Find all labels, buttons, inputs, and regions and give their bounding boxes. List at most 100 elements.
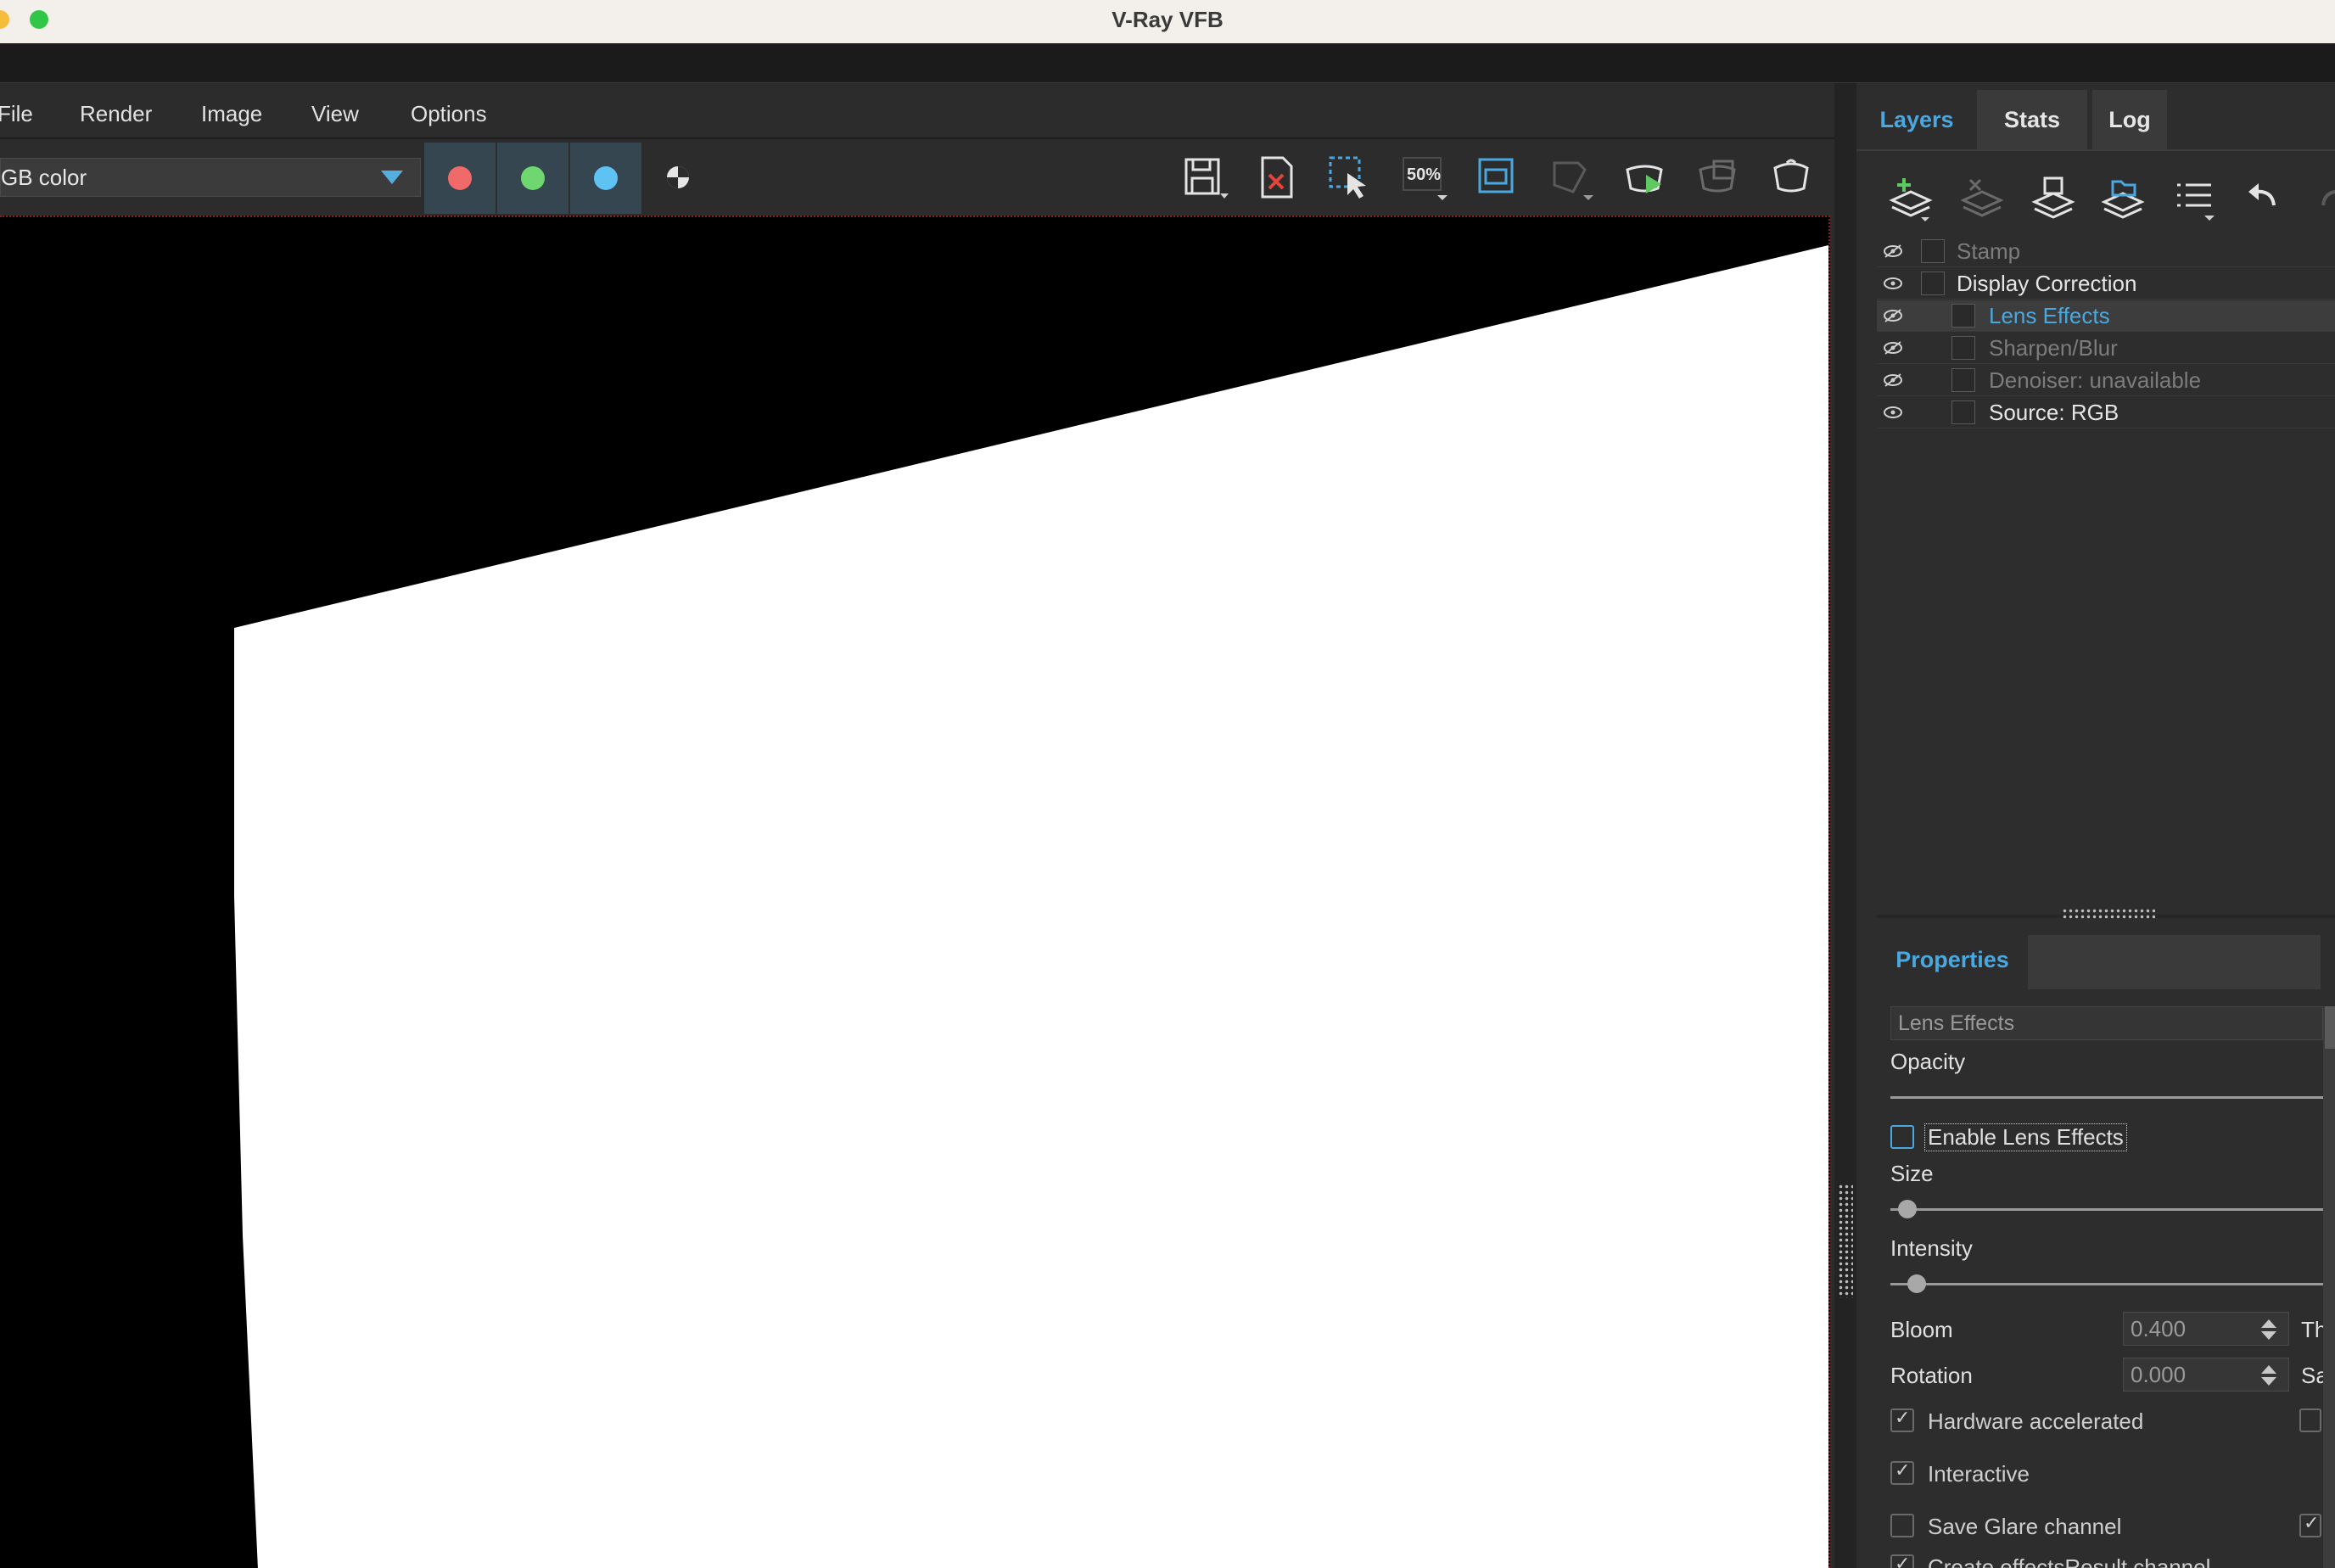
- eye-hidden-icon[interactable]: [1882, 307, 1904, 324]
- green-dot-icon: [521, 166, 545, 190]
- alpha-channel-button[interactable]: [665, 165, 691, 190]
- tab-layers[interactable]: Layers: [1862, 90, 1972, 149]
- size-slider-track[interactable]: [1890, 1208, 2323, 1211]
- menu-view[interactable]: View: [311, 83, 359, 137]
- bloom-value: 0.400: [2131, 1316, 2187, 1341]
- layer-row[interactable]: Source: RGB: [1877, 397, 2335, 428]
- region-select-icon[interactable]: [1325, 153, 1375, 202]
- layer-thumbnail-icon: [1951, 400, 1975, 424]
- right-column-checkbox-checked[interactable]: [2299, 1513, 2321, 1537]
- layer-label: Source: RGB: [1989, 400, 2119, 425]
- undo-icon[interactable]: [2240, 175, 2287, 222]
- bloom-spinbox[interactable]: 0.400: [2123, 1312, 2289, 1346]
- blue-channel-button[interactable]: [570, 143, 641, 214]
- layer-thumbnail-icon: [1921, 239, 1945, 263]
- bloom-label: Bloom: [1890, 1317, 1953, 1342]
- save-layers-icon[interactable]: [2030, 175, 2077, 222]
- green-channel-button[interactable]: [497, 143, 568, 214]
- tab-properties[interactable]: Properties: [1877, 930, 2028, 989]
- splitter-grip-icon[interactable]: [1838, 1184, 1853, 1298]
- properties-scrollbar[interactable]: [2323, 1006, 2335, 1568]
- eye-icon[interactable]: [1882, 275, 1904, 292]
- alpha-icon: [667, 166, 689, 188]
- layer-label: Display Correction: [1957, 271, 2137, 296]
- menu-file[interactable]: File: [0, 83, 33, 137]
- spin-down-icon[interactable]: [2261, 1377, 2276, 1386]
- checkbox-box[interactable]: [1890, 1125, 1914, 1149]
- saturation-label: Sa: [2301, 1363, 2323, 1388]
- checkbox-box[interactable]: [1890, 1514, 1914, 1537]
- rotation-spinbox[interactable]: 0.000: [2123, 1358, 2289, 1392]
- redo-icon[interactable]: [2310, 175, 2335, 222]
- blue-dot-icon: [594, 166, 618, 190]
- eye-hidden-icon[interactable]: [1882, 372, 1904, 389]
- add-layer-icon[interactable]: [1887, 175, 1935, 222]
- render-teapot-icon[interactable]: [1767, 153, 1816, 202]
- window-toolbar-strip: [0, 43, 2335, 83]
- layer-thumbnail-icon: [1951, 304, 1975, 328]
- tab-log[interactable]: Log: [2092, 90, 2167, 149]
- layer-label: Sharpen/Blur: [1989, 335, 2118, 361]
- render-interactive-icon[interactable]: [1694, 153, 1743, 202]
- menu-image[interactable]: Image: [201, 83, 262, 137]
- fit-frame-icon[interactable]: [1473, 153, 1522, 202]
- clear-image-icon[interactable]: [1252, 153, 1302, 202]
- eye-icon[interactable]: [1882, 404, 1904, 421]
- tab-stats[interactable]: Stats: [1977, 90, 2087, 149]
- checkbox-box[interactable]: [1890, 1408, 1914, 1432]
- threshold-label: Th: [2301, 1317, 2323, 1342]
- zoom-50-icon[interactable]: 50%: [1400, 153, 1449, 202]
- hardware-accelerated-label: Hardware accelerated: [1928, 1408, 2144, 1434]
- window-title: V-Ray VFB: [1112, 7, 1223, 32]
- layer-row[interactable]: Lens Effects: [1877, 300, 2335, 332]
- checkbox-box[interactable]: [1890, 1460, 1914, 1485]
- layer-row[interactable]: Stamp: [1877, 236, 2335, 267]
- menu-options[interactable]: Options: [411, 83, 487, 137]
- intensity-slider-knob[interactable]: [1907, 1274, 1926, 1293]
- red-channel-button[interactable]: [424, 143, 496, 214]
- layer-row[interactable]: Denoiser: unavailable: [1877, 365, 2335, 396]
- create-effects-result-checkbox[interactable]: Create effectsResult channel: [1890, 1554, 2323, 1568]
- layer-thumbnail-icon: [1921, 272, 1945, 295]
- layer-list-icon[interactable]: [2170, 175, 2218, 222]
- rotation-label: Rotation: [1890, 1363, 1973, 1388]
- render-viewport[interactable]: [0, 216, 1830, 1568]
- panel-splitter[interactable]: [1834, 83, 1856, 1568]
- layer-row[interactable]: Display Correction: [1877, 268, 2335, 300]
- tab-underline: [1856, 149, 2335, 151]
- layer-label: Lens Effects: [1989, 303, 2110, 328]
- spin-down-icon[interactable]: [2261, 1331, 2276, 1340]
- eye-hidden-icon[interactable]: [1882, 243, 1904, 260]
- checkbox-box[interactable]: [1890, 1554, 1914, 1568]
- menu-render[interactable]: Render: [80, 83, 152, 137]
- channel-select[interactable]: GB color: [0, 158, 421, 197]
- rotation-value: 0.000: [2131, 1362, 2187, 1387]
- save-glare-channel-label: Save Glare channel: [1928, 1514, 2122, 1539]
- spin-up-icon[interactable]: [2261, 1319, 2276, 1328]
- layer-label: Stamp: [1957, 238, 2021, 264]
- properties-tab-bar: [2028, 935, 2321, 989]
- render-icon[interactable]: [1621, 153, 1670, 202]
- save-icon[interactable]: [1179, 153, 1229, 202]
- size-label: Size: [1890, 1161, 1934, 1186]
- layer-thumbnail-icon: [1951, 336, 1975, 360]
- eye-hidden-icon[interactable]: [1882, 339, 1904, 356]
- render-image: [0, 217, 1828, 1568]
- splitter-grip-icon[interactable]: [2062, 908, 2155, 920]
- opacity-label: Opacity: [1890, 1049, 1966, 1074]
- menu-bar: File Render Image View Options: [0, 83, 1834, 139]
- spin-up-icon[interactable]: [2261, 1365, 2276, 1374]
- track-mouse-icon[interactable]: [1546, 153, 1595, 202]
- scrollbar-thumb[interactable]: [2325, 1006, 2335, 1049]
- right-column-checkbox[interactable]: [2299, 1408, 2321, 1432]
- interactive-label: Interactive: [1928, 1461, 2030, 1487]
- channel-select-value: GB color: [1, 165, 87, 190]
- intensity-slider-track[interactable]: [1890, 1283, 2323, 1285]
- opacity-slider[interactable]: [1890, 1096, 2323, 1099]
- load-layers-icon[interactable]: [2099, 175, 2147, 222]
- delete-layer-icon[interactable]: [1958, 175, 2006, 222]
- zoom-label: 50%: [1407, 165, 1441, 184]
- layer-row[interactable]: Sharpen/Blur: [1877, 333, 2335, 364]
- intensity-label: Intensity: [1890, 1235, 1973, 1261]
- chevron-down-icon: [381, 171, 403, 184]
